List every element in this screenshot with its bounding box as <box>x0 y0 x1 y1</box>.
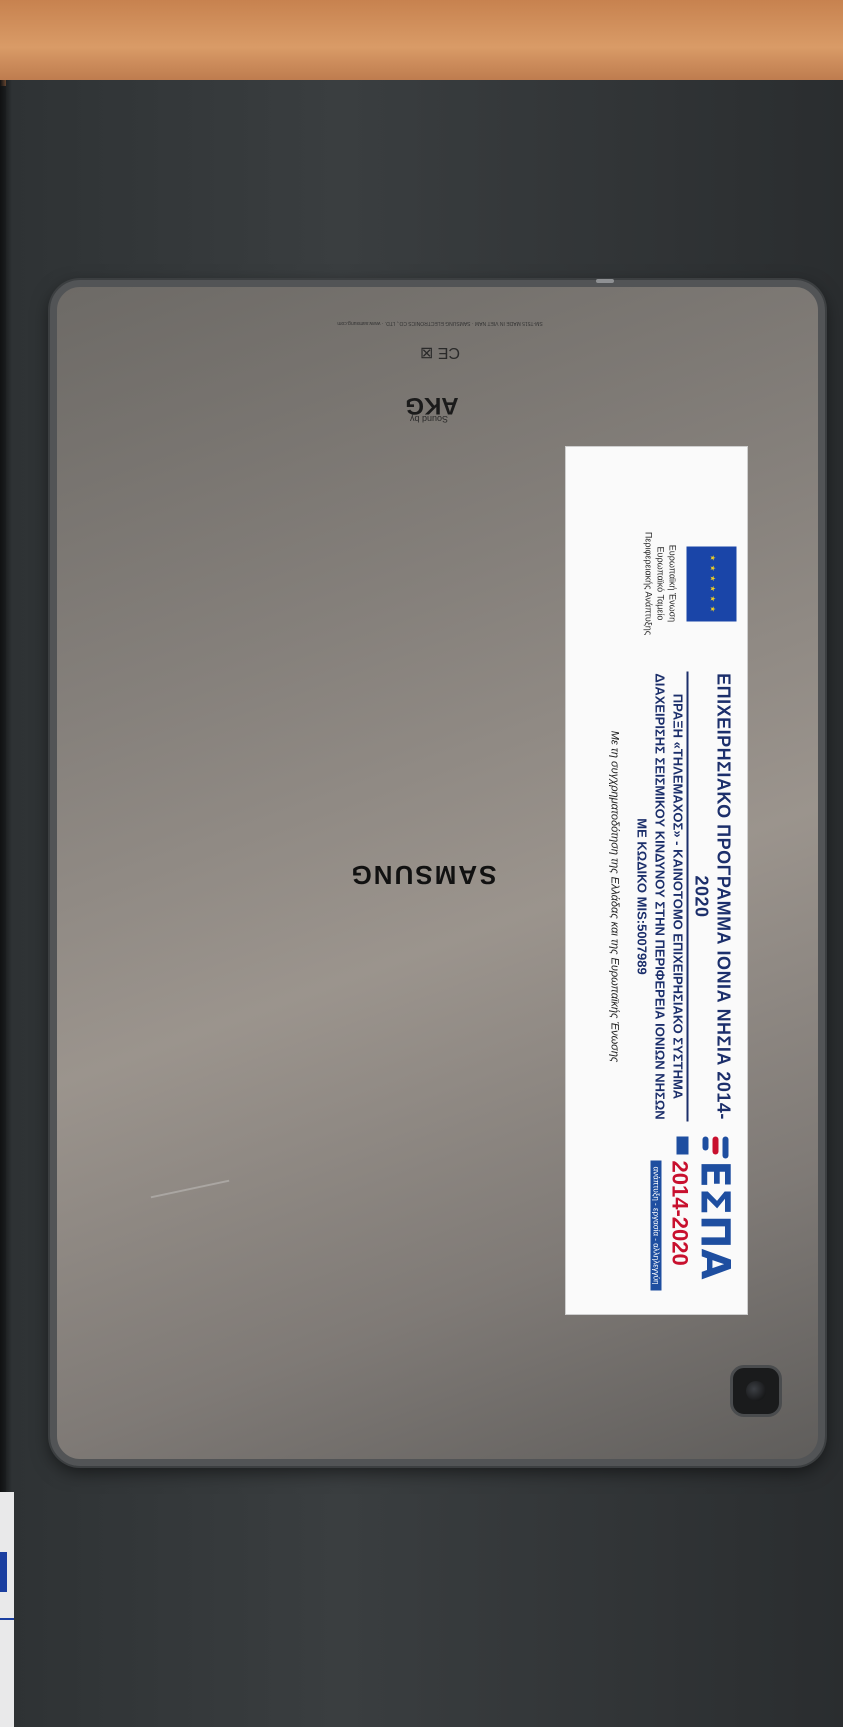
project-line-2: ΔΙΑΧΕΙΡΙΣΗΣ ΣΕΙΣΜΙΚΟΥ ΚΙΝΔΥΝΟΥ ΣΤΗΝ ΠΕΡΙ… <box>652 672 667 1120</box>
eu-label-line-3: Περιφερειακής Ανάπτυξης <box>643 531 653 635</box>
eu-flag-icon: ★ ★ ★ ★ ★ ★ <box>686 546 736 621</box>
partial-sticker-line <box>0 1618 14 1620</box>
samsung-logo: SAMSUNG <box>349 860 497 890</box>
camera-lens-icon <box>746 1381 766 1401</box>
sticker-content: ★ ★ ★ ★ ★ ★ Ευρωπαϊκή Ένωση Ευρωπαϊκό Τα… <box>565 446 748 1315</box>
cofinance-note: Με τη συγχρηματοδότηση της Ελλάδας και τ… <box>608 730 620 1062</box>
eu-stars: ★ ★ ★ ★ ★ ★ <box>708 554 715 613</box>
certification-marks: CE ⊠ <box>419 344 461 361</box>
espa-logo: ΕΣΠΑ <box>691 1160 737 1280</box>
wooden-table-surface <box>0 0 843 86</box>
eu-label-line-1: Ευρωπαϊκή Ένωση <box>667 544 677 622</box>
mat-edge-shadow <box>0 80 12 1727</box>
eu-label: Ευρωπαϊκή Ένωση Ευρωπαϊκό Ταμείο Περιφερ… <box>642 498 678 668</box>
program-title: ΕΠΙΧΕΙΡΗΣΙΑΚΟ ΠΡΟΓΡΑΜΜΑ ΙΟΝΙΑ ΝΗΣΙΑ 2014… <box>686 671 734 1121</box>
espa-stripes-icon <box>702 1136 728 1158</box>
espa-stripe-1 <box>722 1136 728 1158</box>
espa-logo-block: ΕΣΠΑ 2014-2020 ανάπτυξη - εργασία - αλλη… <box>606 1136 737 1301</box>
espa-years: 2014-2020 <box>667 1160 692 1266</box>
sound-by-label: Sound by <box>409 414 449 424</box>
greek-flag-icon <box>676 1136 688 1154</box>
tablet-side-button <box>596 279 614 283</box>
espa-stripe-3 <box>702 1136 708 1150</box>
partial-sticker-edge <box>0 1492 14 1727</box>
regulatory-text: SM-T515 MADE IN VIET NAM · SAMSUNG ELECT… <box>337 320 543 326</box>
eu-label-line-2: Ευρωπαϊκό Ταμείο <box>655 546 665 620</box>
partial-sticker-blue-mark <box>0 1552 7 1592</box>
project-line-1: ΠΡΑΞΗ «ΤΗΛΕΜΑΧΟΣ» - ΚΑΙΝΟΤΟΜΟ ΕΠΙΧΕΙΡΗΣΙ… <box>670 693 685 1099</box>
espa-stripe-2 <box>712 1136 718 1154</box>
espa-tagline: ανάπτυξη - εργασία - αλληλεγγύη <box>650 1160 661 1291</box>
rear-camera <box>730 1365 782 1417</box>
program-text-block: ΕΠΙΧΕΙΡΗΣΙΑΚΟ ΠΡΟΓΡΑΜΜΑ ΙΟΝΙΑ ΝΗΣΙΑ 2014… <box>606 671 734 1121</box>
funding-sticker: ★ ★ ★ ★ ★ ★ Ευρωπαϊκή Ένωση Ευρωπαϊκό Τα… <box>565 446 748 1315</box>
project-code: ΜΕ ΚΩΔΙΚΟ MIS:5007989 <box>634 817 649 975</box>
